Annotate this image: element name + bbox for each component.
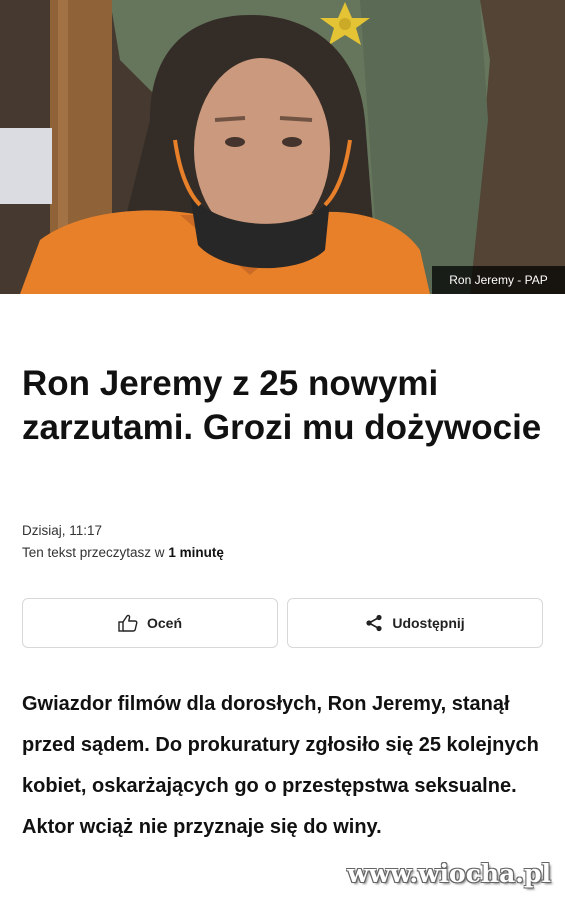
publish-date: Dzisiaj, 11:17	[22, 523, 103, 538]
hero-caption: Ron Jeremy - PAP	[432, 266, 565, 294]
share-icon	[365, 614, 383, 632]
article-headline: Ron Jeremy z 25 nowymi zarzutami. Grozi …	[22, 364, 542, 447]
thumbs-up-icon	[118, 614, 138, 632]
share-button[interactable]: Udostępnij	[287, 598, 543, 648]
article-lead: Gwiazdor filmów dla dorosłych, Ron Jerem…	[22, 693, 539, 838]
rate-button-label: Oceń	[146, 615, 182, 631]
rate-button[interactable]: Oceń	[22, 598, 278, 648]
hero-photo-illustration	[0, 0, 565, 294]
article-meta: Dzisiaj, 11:17 Ten tekst przeczytasz w 1…	[22, 520, 542, 564]
reading-time-prefix: Ten tekst przeczytasz w	[22, 545, 169, 560]
share-button-label: Udostępnij	[392, 615, 465, 631]
article-hero-image: Ron Jeremy - PAP	[0, 0, 565, 294]
site-watermark: www.wiocha.pl	[347, 859, 551, 888]
reading-time-value: 1 minutę	[168, 545, 224, 560]
reading-time: Ten tekst przeczytasz w 1 minutę	[22, 542, 542, 564]
